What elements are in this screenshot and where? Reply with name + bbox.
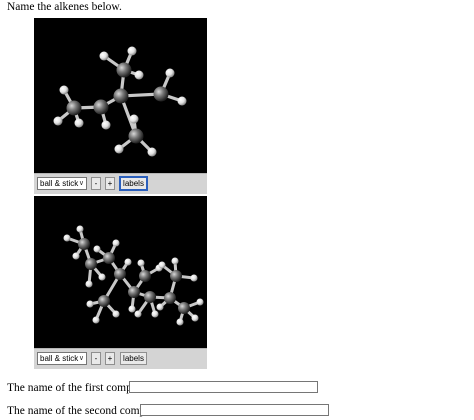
molecule-render-1[interactable] [34,18,207,173]
molecule-viewer-2[interactable]: ball & stick ∨ - + labels [34,196,207,369]
molecule-viewer-1[interactable]: ball & stick ∨ - + labels [34,18,207,194]
chevron-down-icon: ∨ [78,355,84,362]
render-style-value: ball & stick [40,354,79,363]
carbon-atoms [66,62,169,144]
first-compound-answer-input[interactable] [129,381,318,393]
viewer-toolbar-2: ball & stick ∨ - + labels [34,348,207,369]
question-prompt: Name the alkenes below. [7,1,122,13]
chevron-down-icon: ∨ [78,180,84,187]
molecule-render-2[interactable] [34,196,207,348]
zoom-out-button[interactable]: - [91,352,101,365]
render-style-select[interactable]: ball & stick ∨ [37,177,87,190]
labels-toggle-button[interactable]: labels [120,352,147,365]
labels-toggle-button[interactable]: labels [119,176,148,191]
zoom-out-button[interactable]: - [91,177,101,190]
viewer-toolbar-1: ball & stick ∨ - + labels [34,173,207,194]
render-style-value: ball & stick [40,179,79,188]
zoom-in-button[interactable]: + [105,177,115,190]
zoom-in-button[interactable]: + [105,352,115,365]
render-style-select[interactable]: ball & stick ∨ [37,352,87,365]
second-compound-answer-input[interactable] [140,404,329,416]
